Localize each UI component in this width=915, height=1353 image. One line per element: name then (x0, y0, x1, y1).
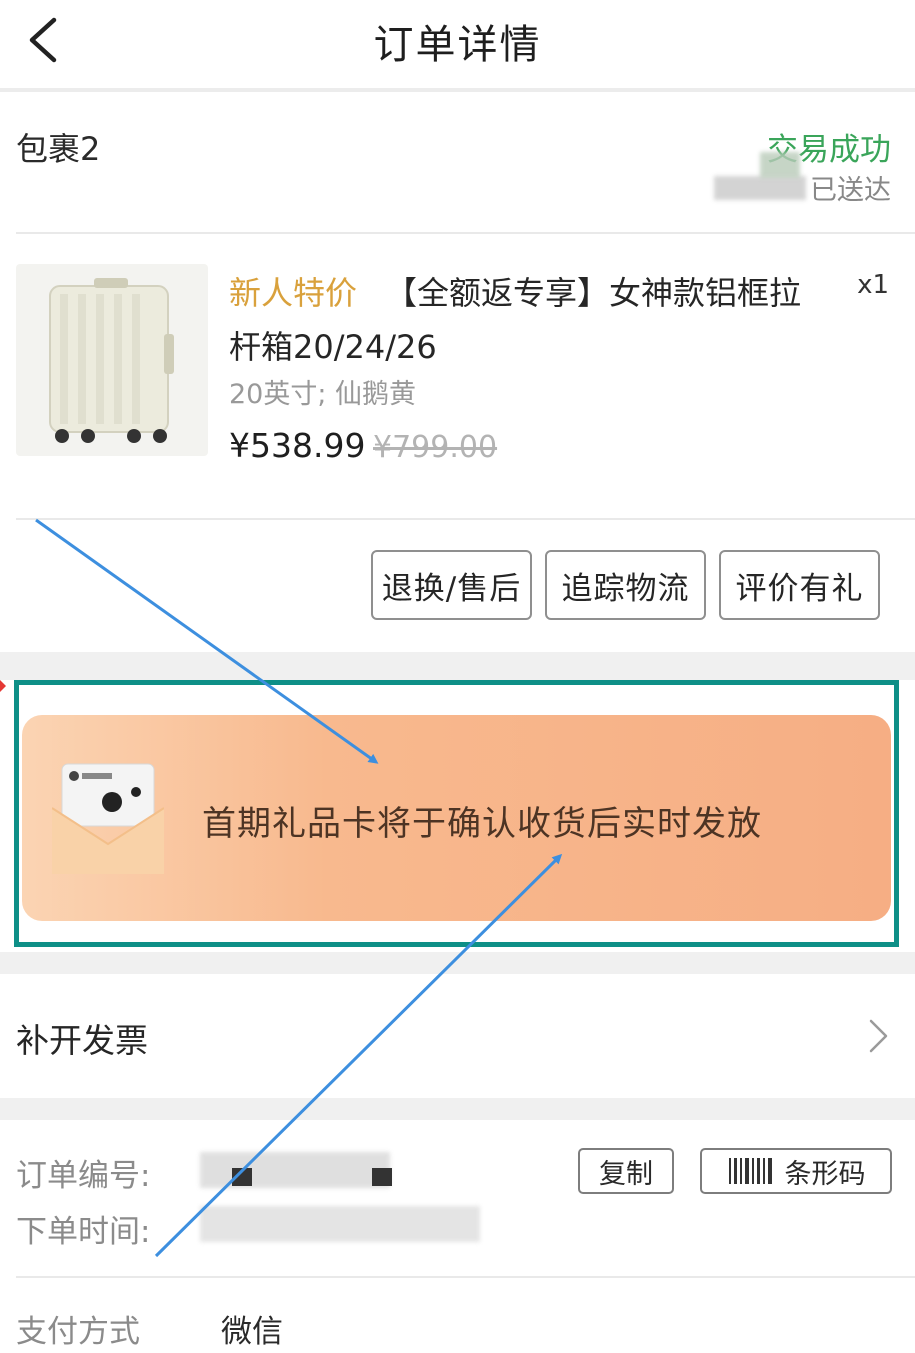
banner-message: 首期礼品卡将于确认收货后实时发放 (202, 804, 762, 844)
order-time-label: 下单时间: (16, 1214, 151, 1250)
delivery-status: 已送达 (810, 175, 891, 206)
section-separator (0, 1098, 915, 1120)
review-button[interactable]: 评价有礼 (719, 550, 880, 620)
redacted-block (760, 152, 800, 178)
divider (16, 1276, 915, 1278)
package-name: 包裹2 (16, 130, 101, 168)
product-spec: 20英寸; 仙鹅黄 (229, 379, 417, 410)
page-title: 订单详情 (373, 22, 542, 68)
product-title[interactable]: 【全额返专享】女神款铝框拉 (385, 268, 801, 314)
divider (16, 232, 915, 234)
product-title-continued[interactable]: 杆箱20/24/26 (229, 322, 437, 368)
redacted-block (714, 176, 806, 200)
barcode-icon (728, 1158, 772, 1184)
redacted-order-number (200, 1152, 390, 1188)
payment-method-value: 微信 (221, 1314, 283, 1350)
divider (16, 518, 915, 520)
payment-method-label: 支付方式 (16, 1314, 140, 1350)
invoice-label: 补开发票 (16, 1021, 148, 1060)
track-logistics-button[interactable]: 追踪物流 (545, 550, 706, 620)
red-marker (0, 680, 6, 692)
order-number-label: 订单编号: (16, 1158, 151, 1194)
quantity: x1 (857, 270, 889, 300)
redacted-order-time (200, 1206, 480, 1242)
product-price: ¥538.99 (229, 426, 366, 465)
redacted-mark (372, 1168, 392, 1186)
promo-tag: 新人特价 (229, 274, 358, 312)
copy-button[interactable]: 复制 (578, 1148, 674, 1194)
gift-card-icon (52, 763, 164, 874)
section-separator (0, 952, 915, 974)
return-service-button[interactable]: 退换/售后 (371, 550, 532, 620)
section-separator (0, 652, 915, 680)
suitcase-icon (49, 278, 174, 443)
chevron-right-icon (869, 1019, 888, 1053)
original-price: ¥799.00 (373, 430, 498, 465)
redacted-mark (232, 1168, 252, 1186)
barcode-label: 条形码 (784, 1158, 866, 1190)
barcode-button[interactable]: 条形码 (700, 1148, 892, 1194)
product-image[interactable] (16, 264, 208, 456)
